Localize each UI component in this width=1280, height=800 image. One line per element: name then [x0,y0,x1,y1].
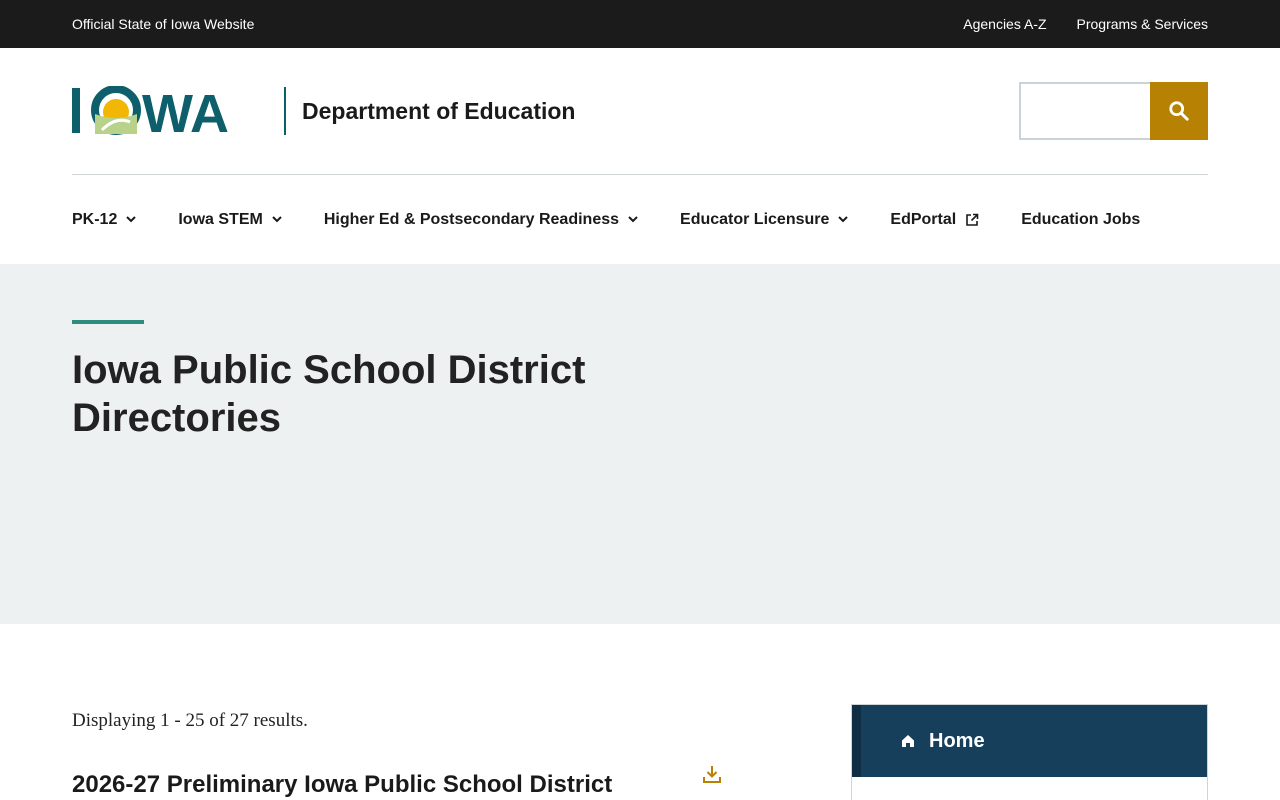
home-icon [902,735,914,747]
content-area: Displaying 1 - 25 of 27 results. 2026-27… [0,624,1280,800]
nav-item-education-jobs[interactable]: Education Jobs [1021,211,1140,229]
results-list: Displaying 1 - 25 of 27 results. 2026-27… [72,704,722,800]
chevron-down-icon [628,216,638,223]
sidebar-list-continued [852,777,1207,800]
svg-text:WA: WA [142,86,229,136]
nav-label: Education Jobs [1021,210,1141,228]
chevron-down-icon [126,216,137,223]
nav-label: PK-12 [72,210,118,228]
official-site-label: Official State of Iowa Website [72,16,255,32]
nav-item-higher-ed[interactable]: Higher Ed & Postsecondary Readiness [324,211,638,229]
utility-bar: Official State of Iowa Website Agencies … [0,0,1280,48]
brand-divider [284,87,286,135]
nav-label: Higher Ed & Postsecondary Readiness [323,210,620,228]
title-accent-bar [72,320,144,324]
nav-label: Educator Licensure [680,210,830,228]
nav-label: Iowa STEM [178,210,263,228]
page-title: Iowa Public School District Directories [72,348,586,440]
site-header: WA Department of Education [0,48,1280,174]
search-button[interactable] [1150,82,1208,140]
nav-item-edportal[interactable]: EdPortal [890,211,979,229]
nav-item-educator-licensure[interactable]: Educator Licensure [680,210,849,229]
agencies-link[interactable]: Agencies A-Z [963,16,1046,32]
results-count: Displaying 1 - 25 of 27 results. [72,710,308,731]
iowa-logo[interactable]: WA [72,86,272,136]
iowa-logo-graphic: WA [72,86,229,136]
search-icon [1169,101,1189,121]
nav-label: EdPortal [890,210,957,228]
department-name[interactable]: Department of Education [302,98,575,125]
download-icon[interactable] [702,764,722,800]
page-hero: Iowa Public School District Directories [0,264,1280,624]
document-title-link[interactable]: 2026-27 Preliminary Iowa Public School D… [72,770,612,800]
sidebar-item-home[interactable]: Home [852,705,1207,777]
chevron-down-icon [838,216,849,223]
main-nav-wrapper: PK-12 Iowa STEM Higher Ed & Postsecondar… [0,174,1280,264]
utility-links: Agencies A-Z Programs & Services [963,16,1208,32]
nav-item-pk12[interactable]: PK-12 [72,210,137,229]
site-search [1019,82,1208,140]
brand[interactable]: WA Department of Education [72,86,575,136]
chevron-down-icon [272,216,282,223]
external-link-icon [965,213,979,227]
sidebar-nav: Home [851,704,1208,800]
nav-item-iowa-stem[interactable]: Iowa STEM [178,210,282,229]
main-nav: PK-12 Iowa STEM Higher Ed & Postsecondar… [72,174,1208,264]
programs-services-link[interactable]: Programs & Services [1077,16,1208,32]
list-item: 2026-27 Preliminary Iowa Public School D… [72,766,722,800]
sidebar-item-label: Home [929,729,985,752]
search-input[interactable] [1019,82,1150,140]
